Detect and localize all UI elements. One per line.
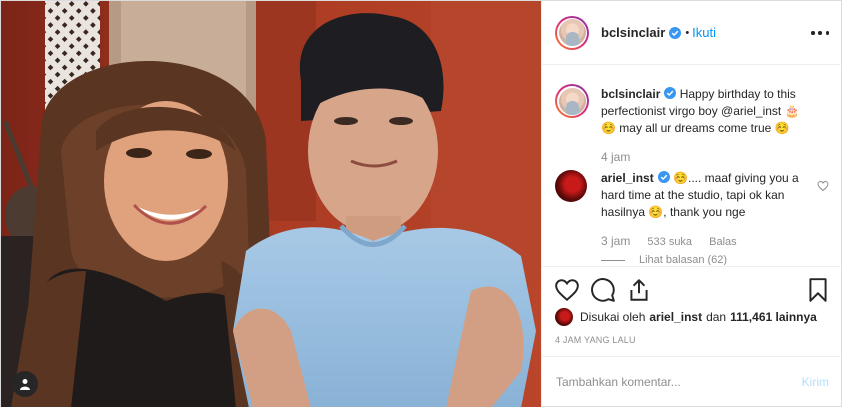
more-options-icon[interactable] bbox=[811, 25, 829, 41]
caption-username[interactable]: bclsinclair bbox=[601, 87, 660, 101]
comment-heart-icon[interactable] bbox=[817, 180, 829, 192]
post-photo[interactable] bbox=[1, 1, 541, 407]
caption-time[interactable]: 4 jam bbox=[601, 150, 630, 164]
likes-summary[interactable]: Disukai oleh ariel_inst dan 111,461 lain… bbox=[555, 307, 821, 327]
post-header: bclsinclair • Ikuti bbox=[542, 1, 842, 65]
post-timestamp[interactable]: 4 JAM YANG LALU bbox=[555, 335, 636, 345]
view-replies-button[interactable]: Lihat balasan (62) bbox=[601, 254, 727, 265]
heart-icon[interactable] bbox=[554, 277, 580, 303]
caption-avatar-image bbox=[558, 87, 586, 115]
caption-meta: 4 jam bbox=[601, 150, 644, 164]
likes-connector: dan bbox=[706, 310, 727, 324]
post-sidebar: bclsinclair • Ikuti bclsinclair Happy bi… bbox=[541, 1, 842, 407]
comment-meta: 3 jam 533 suka Balas bbox=[601, 234, 751, 248]
verified-badge-icon bbox=[664, 87, 677, 99]
likes-count[interactable]: 111,461 lainnya bbox=[730, 310, 817, 324]
comment-time[interactable]: 3 jam bbox=[601, 234, 630, 248]
liker-avatar bbox=[555, 308, 573, 326]
user-tag-icon[interactable] bbox=[12, 371, 38, 397]
instagram-post: bclsinclair • Ikuti bclsinclair Happy bi… bbox=[0, 0, 842, 407]
reply-button[interactable]: Balas bbox=[709, 236, 737, 248]
author-avatar[interactable] bbox=[555, 15, 589, 50]
follow-button[interactable]: Ikuti bbox=[692, 25, 716, 40]
verified-badge-icon bbox=[657, 171, 670, 183]
separator-dot: • bbox=[685, 26, 690, 39]
comments-list[interactable]: bclsinclair Happy birthday to this perfe… bbox=[542, 66, 842, 265]
liker-username[interactable]: ariel_inst bbox=[649, 310, 702, 324]
photo-illustration bbox=[1, 1, 541, 407]
send-comment-button[interactable]: Kirim bbox=[802, 375, 829, 389]
add-comment-input[interactable]: Tambahkan komentar... bbox=[556, 375, 681, 389]
author-username[interactable]: bclsinclair bbox=[601, 25, 665, 40]
comment-icon[interactable] bbox=[590, 277, 616, 303]
verified-badge-icon bbox=[669, 26, 682, 39]
caption-text: bclsinclair Happy birthday to this perfe… bbox=[601, 86, 809, 137]
action-bar bbox=[542, 266, 842, 312]
commenter-avatar[interactable] bbox=[555, 170, 587, 202]
bookmark-icon[interactable] bbox=[805, 277, 831, 303]
likes-prefix: Disukai oleh bbox=[580, 310, 646, 324]
add-comment-bar: Tambahkan komentar... Kirim bbox=[542, 356, 842, 407]
commenter-username[interactable]: ariel_inst bbox=[601, 171, 654, 185]
author-avatar-image bbox=[558, 19, 586, 46]
caption-avatar[interactable] bbox=[555, 84, 589, 118]
share-icon[interactable] bbox=[626, 277, 652, 303]
comment-text: ariel_inst ☺️.... maaf giving you a hard… bbox=[601, 170, 809, 221]
comment-likes[interactable]: 533 suka bbox=[647, 236, 692, 248]
